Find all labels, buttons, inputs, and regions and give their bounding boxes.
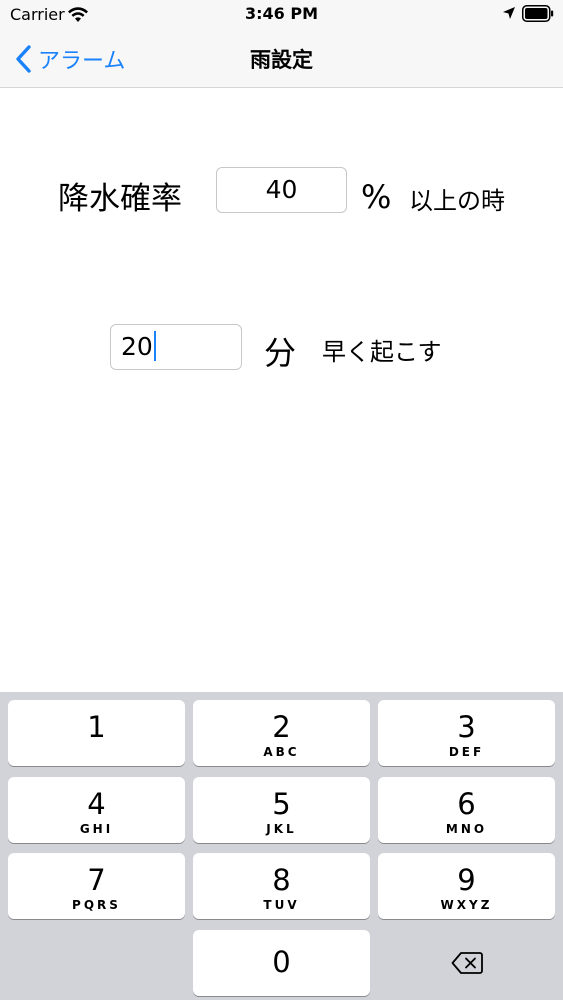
wake-offset-suffix-label: 早く起こす (322, 338, 442, 366)
status-time: 3:46 PM (244, 4, 318, 23)
percent-unit-label: % (361, 178, 392, 216)
navigation-bar: アラーム 雨設定 (0, 30, 563, 88)
key-8[interactable]: 8 TUV (193, 853, 370, 919)
key-digit: 6 (457, 787, 476, 821)
key-4[interactable]: 4 GHI (8, 777, 185, 843)
key-letters: JKL (266, 822, 297, 836)
wake-offset-value: 20 (121, 332, 153, 361)
key-7[interactable]: 7 PQRS (8, 853, 185, 919)
battery-icon (522, 5, 554, 22)
minutes-unit-label: 分 (264, 334, 297, 372)
key-digit: 9 (457, 863, 476, 897)
rain-probability-value: 40 (265, 175, 298, 204)
status-bar: Carrier 3:46 PM (0, 0, 563, 30)
key-digit: 3 (457, 710, 476, 744)
key-6[interactable]: 6 MNO (378, 777, 555, 843)
key-letters: MNO (445, 822, 488, 836)
key-digit: 0 (272, 945, 291, 979)
key-digit: 2 (272, 710, 291, 744)
key-letters: ABC (263, 745, 300, 759)
key-digit: 1 (87, 710, 106, 744)
text-cursor (153, 331, 156, 361)
delete-key[interactable] (378, 930, 555, 996)
key-letters: WXYZ (440, 898, 493, 912)
key-0[interactable]: 0 (193, 930, 370, 996)
key-9[interactable]: 9 WXYZ (378, 853, 555, 919)
key-digit: 5 (272, 787, 291, 821)
key-3[interactable]: 3 DEF (378, 700, 555, 766)
key-digit: 4 (87, 787, 106, 821)
key-1[interactable]: 1 (8, 700, 185, 766)
key-digit: 8 (272, 863, 291, 897)
backspace-icon (451, 952, 483, 974)
wake-offset-input[interactable]: 20 (110, 324, 242, 370)
rain-probability-label: 降水確率 (58, 181, 182, 217)
key-letters: PQRS (72, 898, 121, 912)
location-arrow-icon (503, 7, 515, 19)
key-letters: DEF (448, 745, 485, 759)
key-letters: GHI (79, 822, 114, 836)
key-digit: 7 (87, 863, 106, 897)
key-5[interactable]: 5 JKL (193, 777, 370, 843)
page-title: 雨設定 (250, 48, 313, 72)
numeric-keypad: 1 2 ABC 3 DEF 4 GHI 5 JKL 6 MNO 7 PQRS 8… (0, 692, 563, 1000)
percent-suffix-label: 以上の時 (409, 187, 505, 215)
key-letters: TUV (263, 898, 300, 912)
key-2[interactable]: 2 ABC (193, 700, 370, 766)
rain-probability-input[interactable]: 40 (216, 167, 347, 213)
